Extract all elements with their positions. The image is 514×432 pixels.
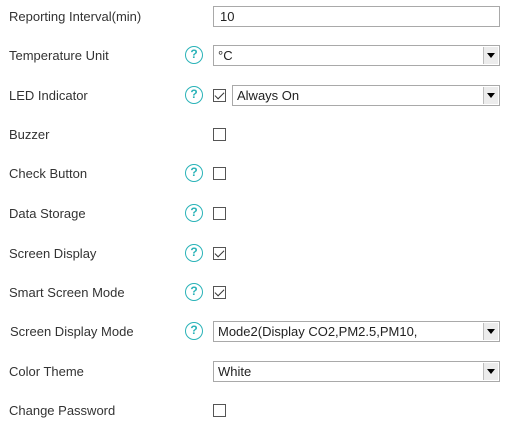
row-smart-screen-mode: Smart Screen Mode ?: [0, 281, 514, 305]
chevron-down-icon: [483, 87, 498, 104]
chevron-down-icon: [483, 47, 498, 64]
led-indicator-mode-value: Always On: [237, 88, 300, 103]
row-color-theme: Color Theme White: [0, 360, 514, 384]
smart-screen-mode-label: Smart Screen Mode: [9, 285, 125, 300]
row-reporting-interval: Reporting Interval(min) 10: [0, 5, 514, 29]
temperature-unit-select[interactable]: °C: [213, 45, 500, 66]
row-led-indicator: LED Indicator ? Always On: [0, 84, 514, 108]
screen-display-mode-label: Screen Display Mode: [10, 324, 134, 339]
smart-screen-mode-checkbox[interactable]: [213, 286, 226, 299]
screen-display-checkbox[interactable]: [213, 247, 226, 260]
row-buzzer: Buzzer: [0, 123, 514, 147]
chevron-down-icon: [483, 323, 498, 340]
screen-display-label: Screen Display: [9, 246, 97, 261]
check-button-label: Check Button: [9, 166, 88, 181]
question-circle-icon[interactable]: ?: [185, 86, 203, 104]
data-storage-checkbox[interactable]: [213, 207, 226, 220]
temperature-unit-value: °C: [218, 48, 233, 63]
temperature-unit-label: Temperature Unit: [9, 48, 109, 63]
chevron-down-icon: [483, 363, 498, 380]
question-circle-icon[interactable]: ?: [185, 46, 203, 64]
question-circle-icon[interactable]: ?: [185, 164, 203, 182]
led-indicator-mode-select[interactable]: Always On: [232, 85, 500, 106]
data-storage-label: Data Storage: [9, 206, 86, 221]
reporting-interval-input[interactable]: 10: [213, 6, 500, 27]
screen-display-mode-value: Mode2(Display CO2,PM2.5,PM10,: [218, 324, 418, 339]
question-circle-icon[interactable]: ?: [185, 322, 203, 340]
row-data-storage: Data Storage ?: [0, 202, 514, 226]
reporting-interval-label: Reporting Interval(min): [9, 9, 142, 24]
question-circle-icon[interactable]: ?: [185, 283, 203, 301]
check-button-checkbox[interactable]: [213, 167, 226, 180]
row-screen-display-mode: Screen Display Mode ? Mode2(Display CO2,…: [0, 320, 514, 344]
color-theme-value: White: [218, 364, 252, 379]
change-password-checkbox[interactable]: [213, 404, 226, 417]
question-circle-icon[interactable]: ?: [185, 204, 203, 222]
color-theme-label: Color Theme: [9, 364, 84, 379]
buzzer-label: Buzzer: [9, 127, 50, 142]
color-theme-select[interactable]: White: [213, 361, 500, 382]
row-change-password: Change Password: [0, 399, 514, 423]
row-check-button: Check Button ?: [0, 162, 514, 186]
led-indicator-checkbox[interactable]: [213, 89, 226, 102]
buzzer-checkbox[interactable]: [213, 128, 226, 141]
row-temperature-unit: Temperature Unit ? °C: [0, 44, 514, 68]
row-screen-display: Screen Display ?: [0, 242, 514, 266]
change-password-label: Change Password: [9, 403, 116, 418]
screen-display-mode-select[interactable]: Mode2(Display CO2,PM2.5,PM10,: [213, 321, 500, 342]
question-circle-icon[interactable]: ?: [185, 244, 203, 262]
led-indicator-label: LED Indicator: [9, 88, 88, 103]
